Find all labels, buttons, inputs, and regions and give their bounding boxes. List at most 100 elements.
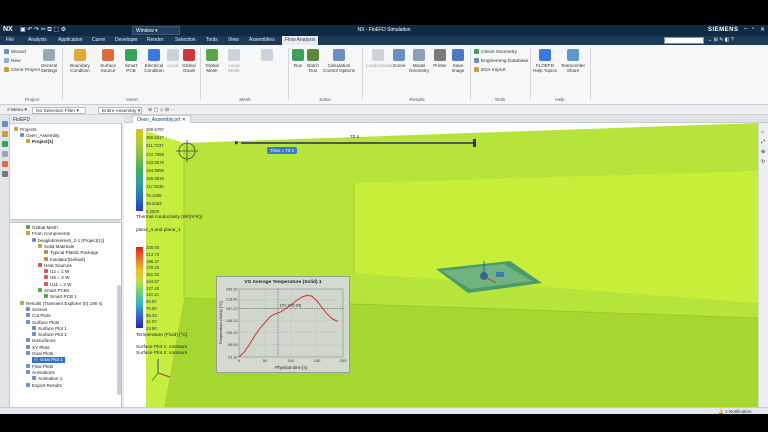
- tree-node[interactable]: Project(1): [26, 139, 53, 145]
- engineering-database-button[interactable]: Engineering Database: [474, 58, 528, 64]
- goal-plot-panel[interactable]: VG Average Temperature (Solid) 1 0 50 100 1…: [216, 276, 350, 373]
- ribbon-options-icons[interactable]: ⌄ ⊞ ✎ ◧ ?: [708, 37, 734, 43]
- teamcenter-share-button[interactable]: Teamcenter Share: [560, 49, 586, 73]
- legend-tick-label: 155.9916: [146, 176, 164, 182]
- reuse-library-icon[interactable]: [2, 151, 8, 157]
- tree-node[interactable]: Global Mesh: [26, 225, 58, 231]
- navigator-splitter[interactable]: [10, 219, 122, 223]
- tree-node[interactable]: U11 = 2 W: [44, 281, 72, 288]
- menu-selection[interactable]: Selection: [175, 37, 196, 43]
- load-unload-button[interactable]: Load/Unload: [366, 49, 392, 68]
- selection-tools-icons[interactable]: ⊕ ▢ ◇ ⊞ ⋯: [148, 107, 176, 113]
- save-image-button[interactable]: Save Image: [449, 49, 467, 73]
- printer-button[interactable]: Printer: [432, 49, 448, 68]
- menu-curve[interactable]: Curve: [92, 37, 105, 43]
- project-group-label: Project: [24, 97, 40, 102]
- time-slider-thumb[interactable]: [473, 139, 476, 147]
- time-slider-start[interactable]: ▶: [235, 140, 239, 146]
- tree-node[interactable]: Typical Plastic Package: [44, 250, 98, 256]
- local-button[interactable]: Local: [166, 49, 180, 68]
- close-icon[interactable]: ✕: [760, 26, 765, 33]
- menu-render[interactable]: Render: [147, 37, 163, 43]
- menu-tools[interactable]: Tools: [206, 37, 218, 43]
- notification-count[interactable]: 🔔 1 Notification: [718, 409, 752, 415]
- new-project-button[interactable]: New: [4, 58, 21, 64]
- menu-button[interactable]: ≡ Menu ▾: [4, 107, 30, 114]
- surface-source-button[interactable]: Surface Source: [96, 49, 120, 73]
- tree-node[interactable]: beaglebonerev6_2-1 [Project(1)]: [32, 237, 104, 244]
- tree-node[interactable]: Surface Plots: [26, 319, 59, 326]
- tree-node-icon: [26, 139, 30, 143]
- batch-run-button[interactable]: Batch Run: [306, 49, 320, 73]
- menu-application[interactable]: Application: [58, 37, 82, 43]
- part-navigator-icon[interactable]: [2, 131, 8, 137]
- tree-node[interactable]: Surface Plot 1: [32, 325, 67, 332]
- selection-filter-dropdown[interactable]: No Selection Filter ▾: [32, 107, 86, 114]
- minimize-icon[interactable]: –: [744, 26, 747, 32]
- check-geometry-button[interactable]: Check Geometry: [474, 49, 517, 55]
- history-icon[interactable]: [2, 161, 8, 167]
- tree-node[interactable]: Scenes: [26, 306, 47, 313]
- global-mesh-button[interactable]: Global Mesh: [203, 49, 221, 73]
- assembly-navigator-icon[interactable]: [2, 121, 8, 127]
- tree-node[interactable]: Export Results: [26, 382, 62, 389]
- view-tool-icon[interactable]: ⌂: [761, 129, 764, 135]
- eda-import-button[interactable]: EDA Import: [474, 67, 506, 73]
- menu-developer[interactable]: Developer: [115, 37, 138, 43]
- mesh-extra-button[interactable]: [248, 49, 286, 63]
- command-finder-input[interactable]: [664, 37, 704, 44]
- x-tick-label: 200: [340, 358, 347, 363]
- menu-file[interactable]: File: [6, 37, 14, 43]
- tree-node-icon: [34, 357, 38, 362]
- menu-analysis[interactable]: Analysis: [28, 37, 47, 43]
- selection-scope-dropdown[interactable]: Entire Assembly ▾: [98, 107, 142, 114]
- tree-node[interactable]: Results (Transient Explorer (0) 190 s): [20, 300, 102, 307]
- general-settings-button[interactable]: General Settings: [38, 49, 60, 73]
- tree-node[interactable]: Goal Plots: [26, 351, 53, 357]
- tree-node[interactable]: Animation 1: [32, 376, 62, 382]
- tree-node[interactable]: Animations: [26, 369, 55, 376]
- boundary-condition-button[interactable]: Boundary Condition: [66, 49, 94, 73]
- tree-node[interactable]: Smart PCB 1: [44, 294, 77, 300]
- menu-assemblies[interactable]: Assemblies: [249, 37, 275, 43]
- app-title: NX - FloEFD Simulation: [357, 27, 411, 33]
- smart-pcb-button[interactable]: Smart PCB: [122, 49, 140, 73]
- tree-node[interactable]: Smart PCBs: [38, 288, 69, 294]
- tree-node[interactable]: XY Plots: [26, 344, 50, 351]
- maximize-icon[interactable]: ▫: [752, 26, 754, 32]
- wizard-button[interactable]: Wizard: [4, 49, 26, 55]
- local-mesh-button[interactable]: Local Mesh: [224, 49, 244, 73]
- tree-node[interactable]: Isosurfaces: [26, 338, 56, 344]
- tree-node[interactable]: From Components: [26, 231, 70, 237]
- rotate-icon[interactable]: ↻: [761, 159, 765, 165]
- floefd-help-button[interactable]: FLOEFD Help Topics: [532, 49, 558, 73]
- tree-node[interactable]: Cut Plots: [26, 313, 51, 319]
- zoom-icon[interactable]: ⊕: [761, 149, 765, 155]
- time-slider-track[interactable]: [241, 142, 473, 144]
- tree-node[interactable]: Surface Plot 2: [32, 332, 67, 338]
- legend-colorbar-temperature: [136, 247, 143, 328]
- 3d-viewport[interactable]: 70 s ▶ Time = 70 s 389.5797 350.6617 311.7…: [124, 123, 758, 407]
- model-geometry-button[interactable]: Model Geometry: [407, 49, 431, 73]
- run-button[interactable]: Run: [292, 49, 304, 68]
- menu-flow-analysis[interactable]: Flow Analysis: [282, 36, 319, 45]
- global-goals-button[interactable]: Global Goals: [180, 49, 198, 73]
- calculation-control-button[interactable]: Calculation Control Options: [322, 49, 356, 73]
- fit-view-icon[interactable]: ⤢: [761, 139, 765, 145]
- tree-node[interactable]: Solid Materials: [38, 243, 74, 250]
- tab-oven-assembly[interactable]: Oven_Assembly.prt ✕: [132, 115, 191, 123]
- tree-node[interactable]: Heat Sources: [38, 262, 72, 269]
- tree-node[interactable]: U5 = 3 W: [44, 275, 69, 281]
- menu-view[interactable]: View: [228, 37, 239, 43]
- tree-node[interactable]: Flow Plots: [26, 363, 53, 370]
- scene-button[interactable]: Scene: [392, 49, 406, 68]
- clone-project-button[interactable]: Clone Project: [4, 67, 40, 73]
- navigator-scrollbar[interactable]: [117, 285, 121, 395]
- tree-node[interactable]: Insulator(Default): [44, 256, 85, 263]
- electrical-condition-button[interactable]: Electrical Condition: [142, 49, 166, 73]
- tree-node[interactable]: U2 = 1 W: [44, 269, 69, 275]
- settings-icon: [43, 49, 55, 61]
- roles-icon[interactable]: [2, 171, 8, 177]
- tree-node[interactable]: Goal Plot 1: [32, 357, 65, 364]
- floefd-analysis-tree-icon[interactable]: [2, 141, 8, 147]
